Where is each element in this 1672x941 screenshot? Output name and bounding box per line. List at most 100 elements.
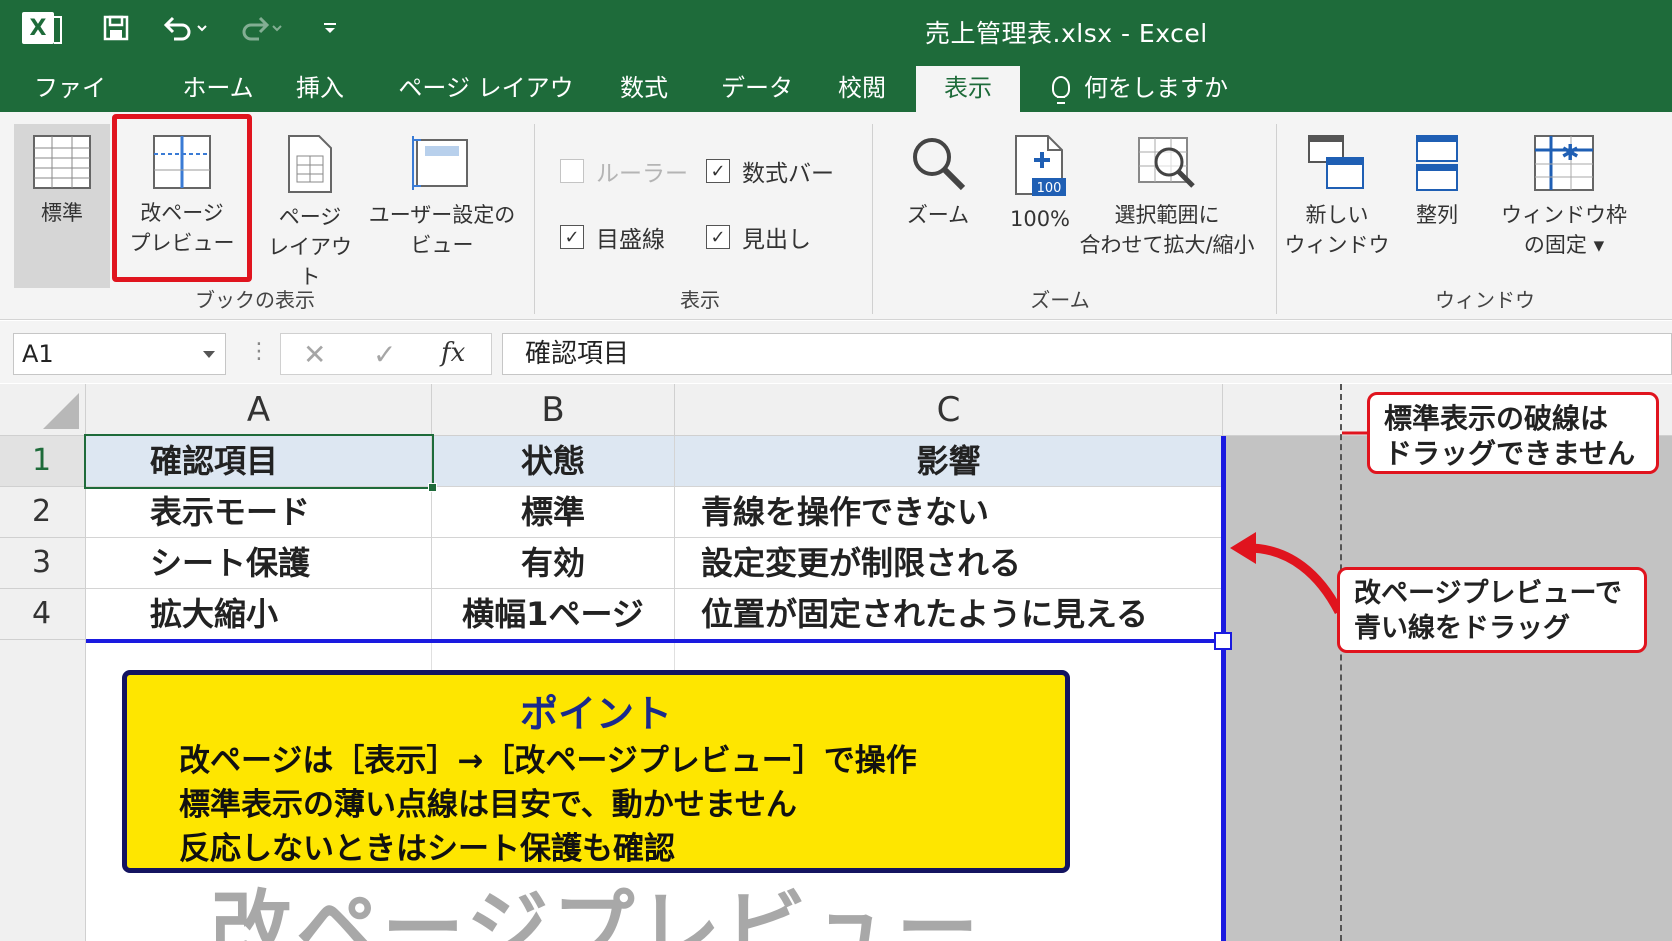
name-box-value: A1 bbox=[22, 340, 54, 368]
chevron-down-icon[interactable] bbox=[203, 351, 215, 358]
zoom-to-selection-label: 選択範囲に 合わせて拡大/縮小 bbox=[1079, 203, 1255, 257]
freeze-panes-button[interactable]: ✱ ウィンドウ枠 の固定 ▾ bbox=[1494, 124, 1634, 274]
formula-bar-checkbox[interactable]: ✓ 数式バー bbox=[706, 154, 834, 188]
callout-drag-note: 改ページプレビューで 青い線をドラッグ bbox=[1337, 567, 1647, 653]
outside-print-area bbox=[1226, 436, 1672, 941]
cancel-icon[interactable]: ✕ bbox=[303, 338, 326, 371]
normal-view-icon bbox=[33, 135, 91, 189]
custom-views-button[interactable]: ユーザー設定の ビュー bbox=[362, 124, 522, 288]
column-header-c[interactable]: C bbox=[675, 384, 1223, 436]
new-window-button[interactable]: 新しい ウィンドウ bbox=[1282, 124, 1392, 274]
undo-icon[interactable] bbox=[160, 12, 210, 44]
cell-b3[interactable]: 有効 bbox=[432, 538, 675, 589]
checkmark-icon: ✓ bbox=[706, 159, 730, 183]
point-line-1: 改ページは［表示］→［改ページプレビュー］で操作 bbox=[179, 743, 917, 779]
zoom-100-icon: 100 bbox=[1015, 135, 1066, 196]
zoom-button[interactable]: ズーム bbox=[888, 124, 988, 274]
group-separator bbox=[872, 124, 873, 314]
drag-handle-icon[interactable]: ⋮ bbox=[248, 339, 270, 364]
cell-c4[interactable]: 位置が固定されたように見える bbox=[675, 589, 1223, 640]
tab-formulas[interactable]: 数式 bbox=[614, 66, 674, 112]
tab-page-layout[interactable]: ページ レイアウト bbox=[396, 66, 576, 146]
tell-me-label: 何をしますか bbox=[1084, 74, 1228, 102]
page-watermark: 改ページプレビュー bbox=[210, 882, 983, 941]
lightbulb-icon bbox=[1052, 76, 1070, 104]
zoom-100-badge: 100 bbox=[1037, 181, 1062, 196]
formula-actions: ✕ ✓ fx bbox=[280, 333, 492, 375]
cell-b2[interactable]: 標準 bbox=[432, 487, 675, 538]
cell-a3[interactable]: シート保護 bbox=[86, 538, 432, 589]
zoom-to-selection-button[interactable]: 選択範囲に 合わせて拡大/縮小 bbox=[1072, 124, 1262, 274]
column-header-b[interactable]: B bbox=[432, 384, 675, 436]
page-break-line-horizontal[interactable] bbox=[86, 639, 1224, 643]
row-header-3[interactable]: 3 bbox=[0, 538, 86, 589]
ruler-checkbox[interactable]: ルーラー bbox=[560, 154, 688, 188]
arrange-all-button[interactable]: 整列 bbox=[1400, 124, 1474, 274]
column-header-a[interactable]: A bbox=[86, 384, 432, 436]
gridlines-label: 目盛線 bbox=[596, 227, 665, 253]
custom-views-label: ユーザー設定の ビュー bbox=[368, 203, 516, 257]
cell-c1[interactable]: 影響 bbox=[675, 436, 1223, 487]
freeze-panes-icon: ✱ bbox=[1534, 135, 1594, 191]
cell-c3[interactable]: 設定変更が制限される bbox=[675, 538, 1223, 589]
tab-view[interactable]: 表示 bbox=[916, 66, 1020, 112]
point-line-3: 反応しないときはシート保護も確認 bbox=[179, 831, 675, 867]
tab-home[interactable]: ホーム bbox=[168, 66, 268, 112]
formula-bar: A1 ⋮ ✕ ✓ fx 確認項目 bbox=[0, 321, 1672, 383]
page-break-drag-handle[interactable] bbox=[1214, 632, 1232, 650]
headings-label: 見出し bbox=[742, 227, 811, 253]
insert-function-icon[interactable]: fx bbox=[441, 338, 465, 368]
row-header-4[interactable]: 4 bbox=[0, 589, 86, 640]
page-break-line-vertical[interactable] bbox=[1221, 436, 1226, 941]
row-header-2[interactable]: 2 bbox=[0, 487, 86, 538]
cell-a2[interactable]: 表示モード bbox=[86, 487, 432, 538]
arrange-icon bbox=[1416, 135, 1458, 191]
tell-me-search[interactable]: 何をしますか bbox=[1040, 66, 1230, 112]
group-separator bbox=[534, 124, 535, 314]
save-icon[interactable] bbox=[100, 12, 132, 44]
checkmark-icon: ✓ bbox=[560, 225, 584, 249]
group-separator bbox=[1276, 124, 1277, 314]
group-label-zoom: ズーム bbox=[1030, 288, 1090, 312]
group-label-window: ウィンドウ bbox=[1435, 288, 1535, 312]
group-label-show: 表示 bbox=[680, 288, 720, 312]
row-header-empty bbox=[0, 640, 86, 941]
checkbox-unchecked-icon bbox=[560, 159, 584, 183]
page-layout-button[interactable]: ページ レイアウト bbox=[260, 124, 360, 289]
normal-view-label: 標準 bbox=[41, 201, 83, 225]
checkmark-icon: ✓ bbox=[706, 225, 730, 249]
svg-text:✱: ✱ bbox=[1561, 141, 1579, 166]
customize-quick-access-icon[interactable] bbox=[318, 12, 342, 44]
normal-view-button[interactable]: 標準 bbox=[14, 124, 110, 288]
enter-check-icon[interactable]: ✓ bbox=[373, 338, 396, 371]
point-box: ポイント 改ページは［表示］→［改ページプレビュー］で操作 標準表示の薄い点線は… bbox=[122, 670, 1070, 873]
cell-b1[interactable]: 状態 bbox=[432, 436, 675, 487]
tab-file[interactable]: ファイル bbox=[30, 66, 110, 146]
arrange-label: 整列 bbox=[1416, 203, 1458, 227]
new-window-icon bbox=[1308, 135, 1364, 189]
custom-views-icon bbox=[412, 136, 468, 190]
cell-b4[interactable]: 横幅1ページ bbox=[432, 589, 675, 640]
row-header-1[interactable]: 1 bbox=[0, 436, 86, 487]
formula-input[interactable]: 確認項目 bbox=[502, 333, 1672, 375]
redo-icon[interactable] bbox=[235, 12, 285, 44]
zoom-to-selection-icon bbox=[1138, 137, 1195, 188]
window-title: 売上管理表.xlsx - Excel bbox=[925, 19, 1208, 48]
active-cell-selection bbox=[84, 434, 437, 492]
zoom-label: ズーム bbox=[906, 203, 970, 227]
ruler-label: ルーラー bbox=[596, 161, 688, 187]
excel-logo-icon: X bbox=[22, 12, 62, 44]
name-box[interactable]: A1 bbox=[13, 333, 226, 375]
tab-insert[interactable]: 挿入 bbox=[290, 66, 350, 112]
tab-review[interactable]: 校閲 bbox=[832, 66, 892, 112]
group-label-book-view: ブックの表示 bbox=[195, 288, 315, 312]
cell-a4[interactable]: 拡大縮小 bbox=[86, 589, 432, 640]
cell-c2[interactable]: 青線を操作できない bbox=[675, 487, 1223, 538]
title-bar: X 売上管理表.xlsx - Excel bbox=[0, 0, 1672, 56]
select-all-corner[interactable] bbox=[0, 384, 86, 436]
gridlines-checkbox[interactable]: ✓ 目盛線 bbox=[560, 220, 665, 254]
headings-checkbox[interactable]: ✓ 見出し bbox=[706, 220, 811, 254]
tab-data[interactable]: データ bbox=[720, 66, 794, 112]
normal-view-dashed-break bbox=[1340, 384, 1342, 941]
page-layout-icon bbox=[288, 135, 332, 193]
